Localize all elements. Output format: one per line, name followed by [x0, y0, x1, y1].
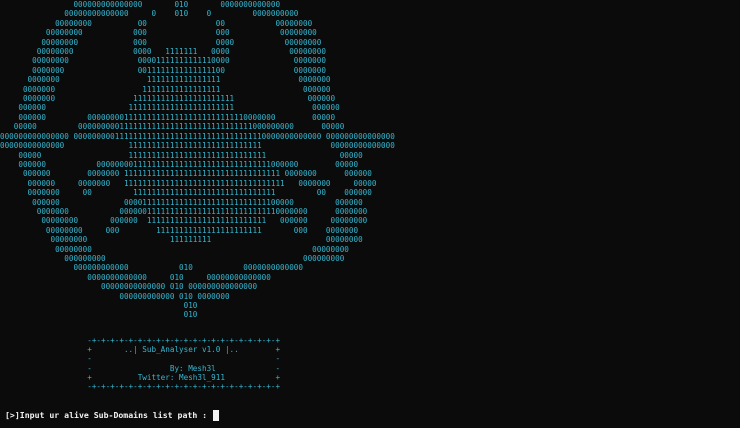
input-prompt-line[interactable]: [>]Input ur alive Sub-Domains list path … — [5, 409, 220, 421]
tool-banner: -+-+-+-+-+-+-+-+-+-+-+-+-+-+-+-+-+-+-+-+… — [87, 336, 281, 392]
ascii-art-logo: 000000000000000 010 0000000000000 000000… — [0, 0, 395, 320]
text-cursor-icon — [213, 409, 220, 421]
terminal-window[interactable]: 000000000000000 010 0000000000000 000000… — [0, 0, 740, 428]
input-prompt-text: [>]Input ur alive Sub-Domains list path … — [5, 410, 213, 420]
